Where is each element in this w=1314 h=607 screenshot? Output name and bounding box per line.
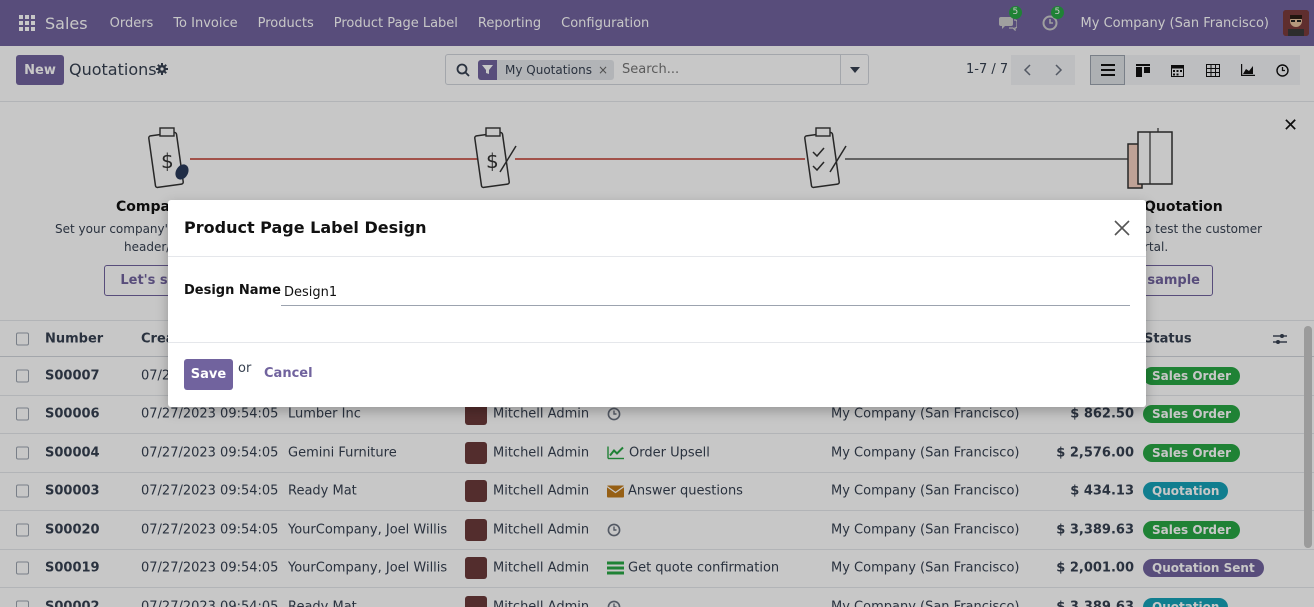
modal-footer: Save or Cancel	[168, 343, 1146, 406]
cancel-button[interactable]: Cancel	[264, 366, 313, 381]
close-icon[interactable]	[1112, 218, 1132, 238]
design-name-field[interactable]	[281, 280, 1130, 306]
product-page-label-dialog: Product Page Label Design Design Name Sa…	[168, 200, 1146, 407]
modal-title: Product Page Label Design	[184, 218, 427, 237]
save-button[interactable]: Save	[184, 359, 233, 390]
or-separator: or	[238, 361, 252, 376]
design-name-label: Design Name	[184, 283, 281, 298]
modal-header: Product Page Label Design	[168, 200, 1146, 257]
modal-body: Design Name	[168, 257, 1146, 343]
